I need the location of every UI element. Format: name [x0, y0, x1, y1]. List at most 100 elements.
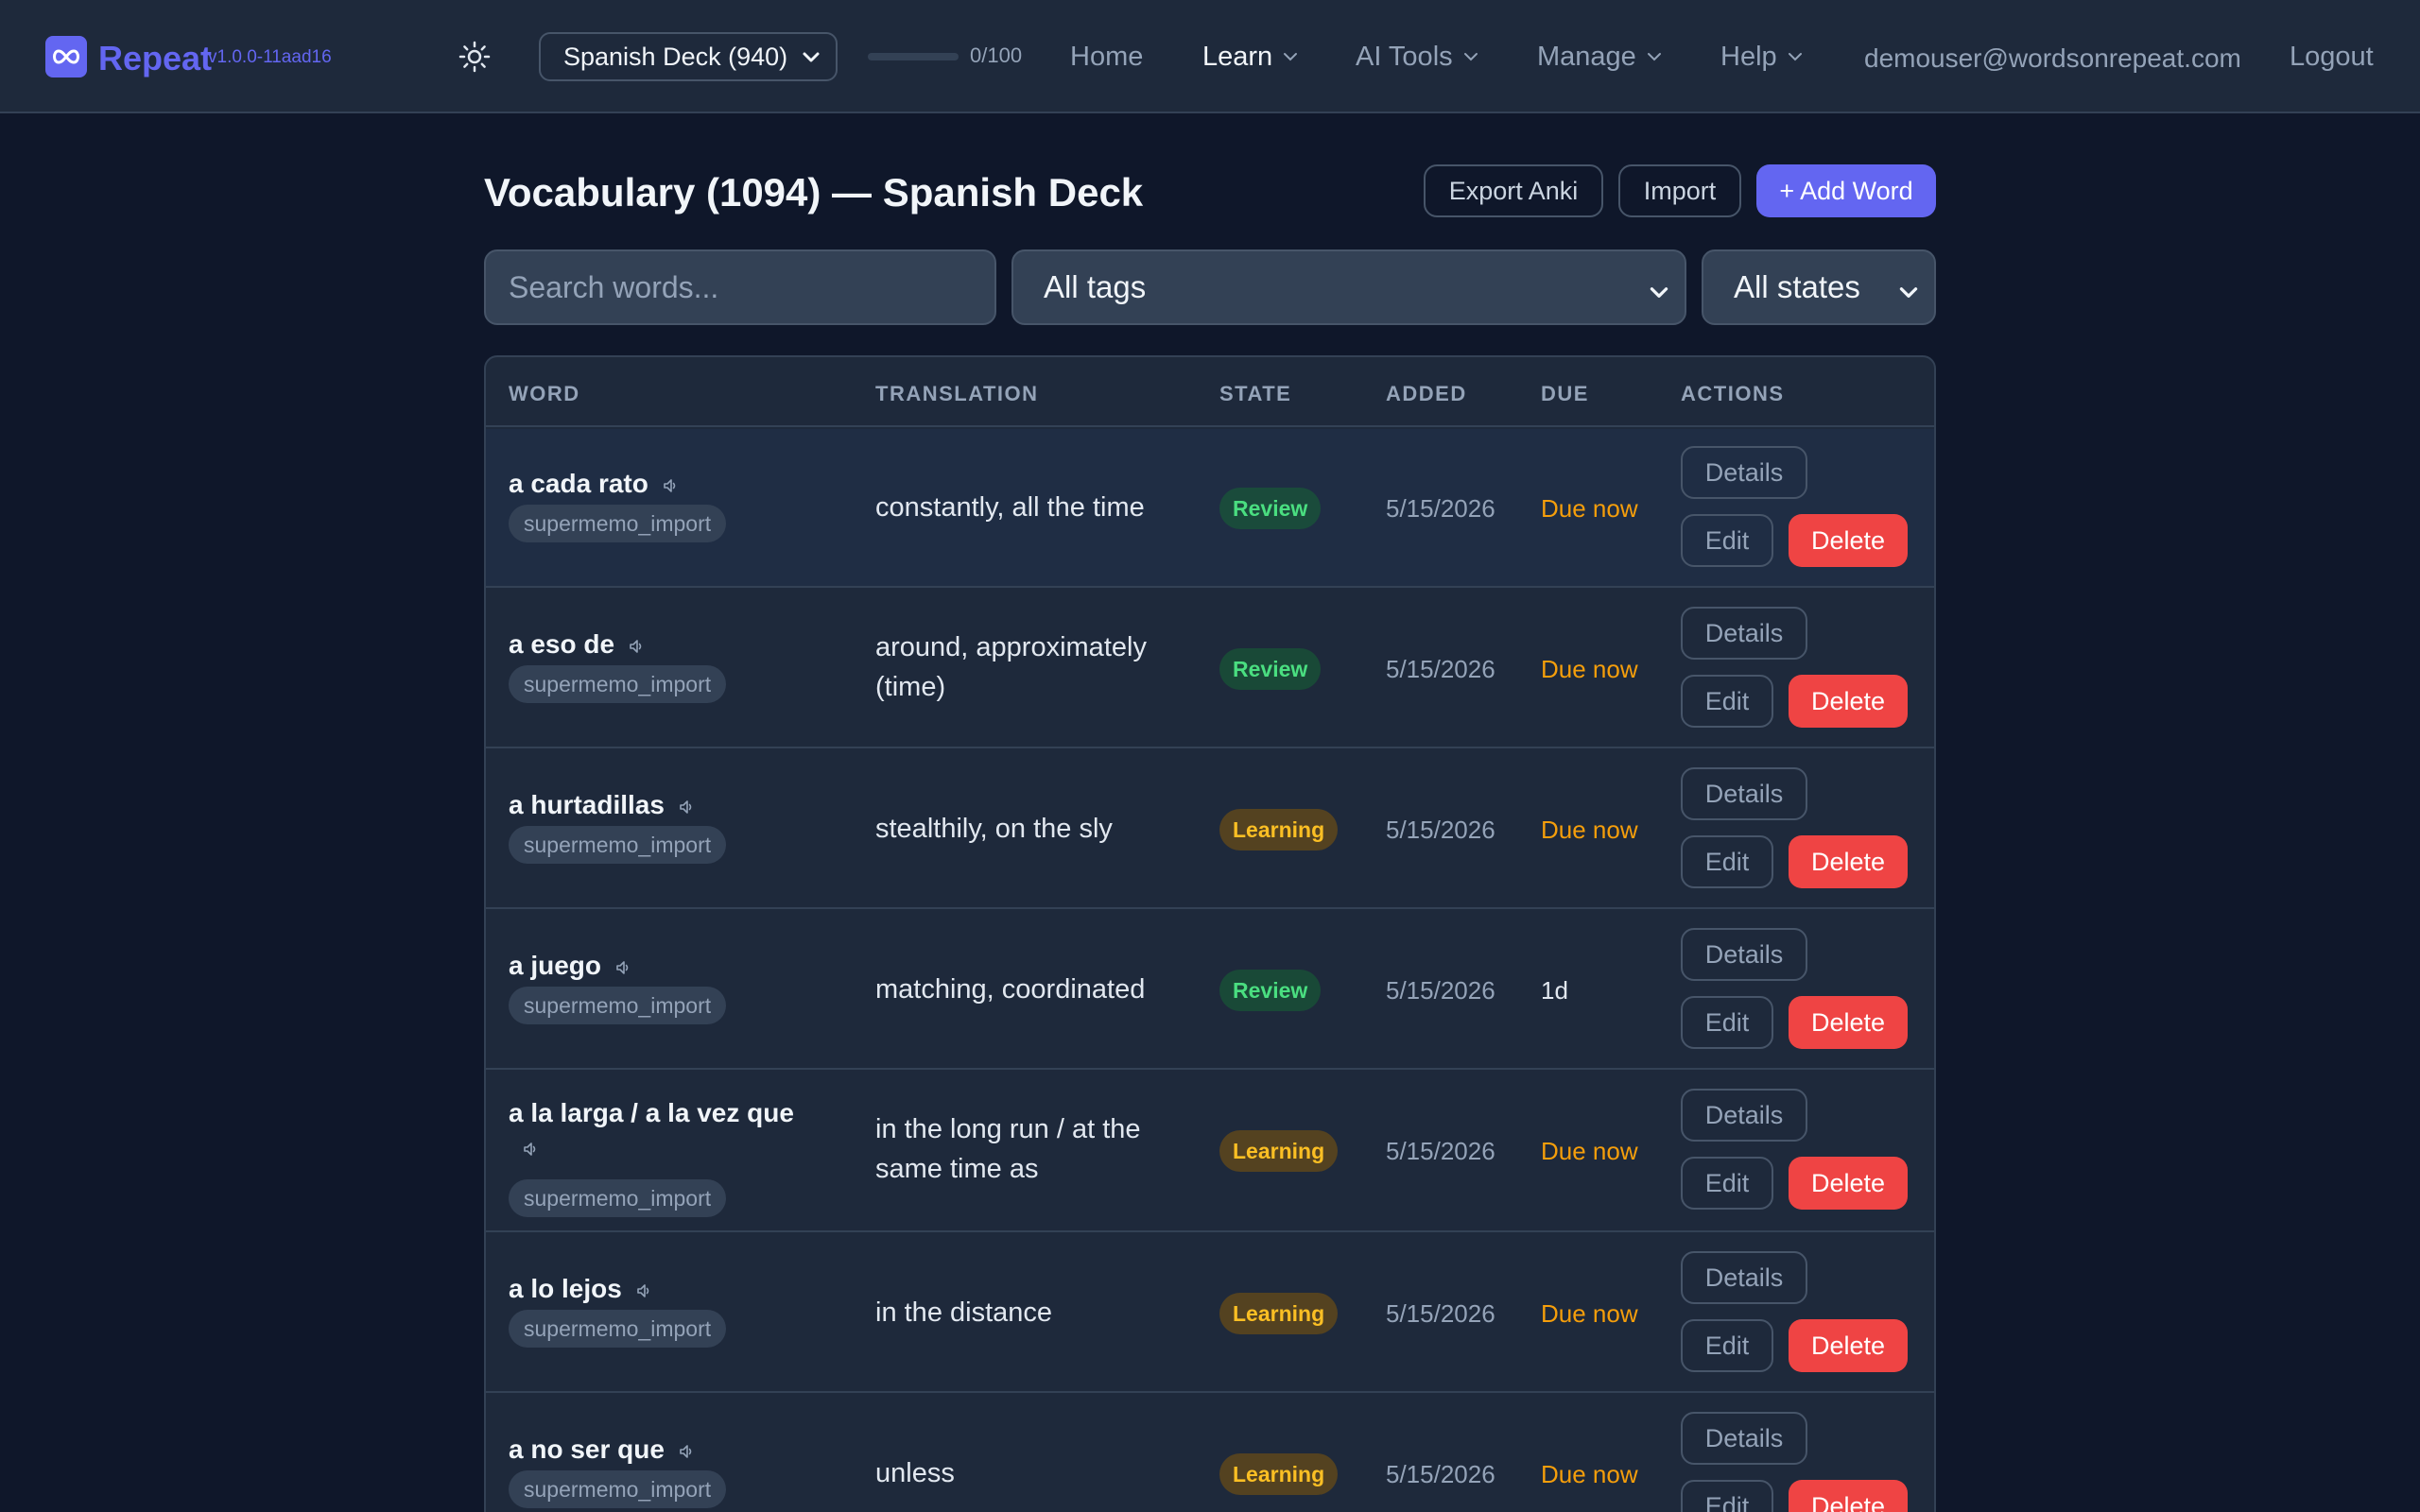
delete-button[interactable]: Delete	[1789, 1157, 1908, 1210]
chevron-down-icon	[1646, 38, 1663, 76]
column-header-translation[interactable]: TRANSLATION	[875, 382, 1039, 406]
nav-manage[interactable]: Manage	[1537, 38, 1663, 76]
tag-badge[interactable]: supermemo_import	[509, 826, 727, 864]
word-text: a la larga / a la vez que	[509, 1096, 849, 1166]
delete-button[interactable]: Delete	[1789, 514, 1908, 567]
delete-button[interactable]: Delete	[1789, 1480, 1908, 1512]
user-email: demouser@wordsonrepeat.com	[1864, 43, 2241, 73]
table-row: a eso de supermemo_import around, approx…	[486, 590, 1934, 748]
table-row: a cada rato supermemo_import constantly,…	[486, 429, 1934, 588]
import-button[interactable]: Import	[1618, 164, 1741, 217]
search-input[interactable]	[484, 249, 996, 325]
due-status: Due now	[1541, 1460, 1638, 1488]
nav-ai-tools[interactable]: AI Tools	[1356, 38, 1479, 76]
due-status: Due now	[1541, 494, 1638, 523]
delete-button[interactable]: Delete	[1789, 675, 1908, 728]
top-navbar: Repeat v1.0.0-11aad16 Spanish Deck (940)…	[0, 0, 2420, 113]
translation-text: in the distance	[875, 1297, 1053, 1328]
word-text: a no ser que	[509, 1433, 695, 1469]
tag-badge[interactable]: supermemo_import	[509, 1179, 727, 1217]
translation-text: around, approximately (time)	[875, 632, 1147, 702]
added-date: 5/15/2026	[1386, 655, 1495, 683]
speaker-icon[interactable]	[635, 1274, 652, 1308]
add-word-button[interactable]: + Add Word	[1756, 164, 1936, 217]
edit-button[interactable]: Edit	[1681, 996, 1773, 1049]
deck-select[interactable]: Spanish Deck (940)	[539, 32, 838, 81]
chevron-down-icon	[1462, 38, 1479, 76]
column-header-actions: ACTIONS	[1681, 382, 1785, 405]
word-label: a hurtadillas	[509, 790, 665, 819]
daily-progress-bar	[868, 53, 959, 60]
nav-ai-tools-label: AI Tools	[1356, 42, 1453, 72]
tag-badge[interactable]: supermemo_import	[509, 987, 727, 1024]
speaker-icon[interactable]	[628, 629, 645, 663]
state-badge: Learning	[1219, 809, 1339, 850]
nav-home[interactable]: Home	[1070, 38, 1143, 76]
edit-button[interactable]: Edit	[1681, 514, 1773, 567]
details-button[interactable]: Details	[1681, 1251, 1807, 1304]
table-row: a no ser que supermemo_import unless Lea…	[486, 1395, 1934, 1512]
details-button[interactable]: Details	[1681, 446, 1807, 499]
state-badge: Learning	[1219, 1453, 1339, 1495]
word-label: a la larga / a la vez que	[509, 1098, 794, 1127]
speaker-icon[interactable]	[662, 469, 679, 503]
details-button[interactable]: Details	[1681, 1412, 1807, 1465]
added-date: 5/15/2026	[1386, 976, 1495, 1005]
chevron-down-icon	[1787, 38, 1804, 76]
tag-badge[interactable]: supermemo_import	[509, 665, 727, 703]
delete-button[interactable]: Delete	[1789, 835, 1908, 888]
logout-link[interactable]: Logout	[2290, 38, 2374, 76]
added-date: 5/15/2026	[1386, 816, 1495, 844]
translation-text: unless	[875, 1458, 955, 1488]
app-name[interactable]: Repeat	[98, 36, 212, 81]
speaker-icon[interactable]	[678, 790, 695, 824]
deck-select-value: Spanish Deck (940)	[563, 42, 788, 71]
added-date: 5/15/2026	[1386, 1137, 1495, 1165]
export-anki-button[interactable]: Export Anki	[1424, 164, 1603, 217]
nav-help[interactable]: Help	[1720, 38, 1804, 76]
word-text: a cada rato	[509, 467, 679, 503]
nav-home-label: Home	[1070, 42, 1144, 72]
details-button[interactable]: Details	[1681, 767, 1807, 820]
translation-text: in the long run / at the same time as	[875, 1114, 1141, 1184]
added-date: 5/15/2026	[1386, 1299, 1495, 1328]
tags-filter-select[interactable]: All tags	[1011, 249, 1686, 325]
details-button[interactable]: Details	[1681, 928, 1807, 981]
details-button[interactable]: Details	[1681, 1089, 1807, 1142]
table-row: a juego supermemo_import matching, coord…	[486, 911, 1934, 1070]
chevron-down-icon	[1647, 276, 1671, 312]
speaker-icon[interactable]	[678, 1435, 695, 1469]
column-header-added[interactable]: ADDED	[1386, 382, 1467, 406]
page-title: Vocabulary (1094) — Spanish Deck	[484, 170, 1144, 215]
column-header-word[interactable]: WORD	[509, 382, 580, 406]
states-filter-select[interactable]: All states	[1702, 249, 1936, 325]
state-badge: Learning	[1219, 1130, 1339, 1172]
theme-toggle-sun-icon[interactable]	[456, 38, 493, 76]
state-badge: Learning	[1219, 1293, 1339, 1334]
delete-button[interactable]: Delete	[1789, 1319, 1908, 1372]
edit-button[interactable]: Edit	[1681, 835, 1773, 888]
word-label: a juego	[509, 951, 602, 980]
edit-button[interactable]: Edit	[1681, 1319, 1773, 1372]
edit-button[interactable]: Edit	[1681, 1157, 1773, 1210]
edit-button[interactable]: Edit	[1681, 675, 1773, 728]
table-row: a hurtadillas supermemo_import stealthil…	[486, 750, 1934, 909]
tag-badge[interactable]: supermemo_import	[509, 1310, 727, 1348]
due-status: Due now	[1541, 655, 1638, 683]
tag-badge[interactable]: supermemo_import	[509, 505, 727, 542]
added-date: 5/15/2026	[1386, 1460, 1495, 1488]
added-date: 5/15/2026	[1386, 494, 1495, 523]
table-header: WORD TRANSLATION STATE ADDED DUE ACTIONS	[486, 357, 1934, 427]
table-row: a la larga / a la vez que supermemo_impo…	[486, 1072, 1934, 1232]
details-button[interactable]: Details	[1681, 607, 1807, 660]
speaker-icon[interactable]	[522, 1132, 539, 1166]
nav-learn[interactable]: Learn	[1202, 38, 1299, 76]
tag-badge[interactable]: supermemo_import	[509, 1470, 727, 1508]
word-label: a no ser que	[509, 1435, 665, 1464]
chevron-down-icon	[800, 45, 822, 75]
column-header-state[interactable]: STATE	[1219, 382, 1291, 406]
word-label: a lo lejos	[509, 1274, 622, 1303]
speaker-icon[interactable]	[614, 951, 631, 985]
edit-button[interactable]: Edit	[1681, 1480, 1773, 1512]
delete-button[interactable]: Delete	[1789, 996, 1908, 1049]
